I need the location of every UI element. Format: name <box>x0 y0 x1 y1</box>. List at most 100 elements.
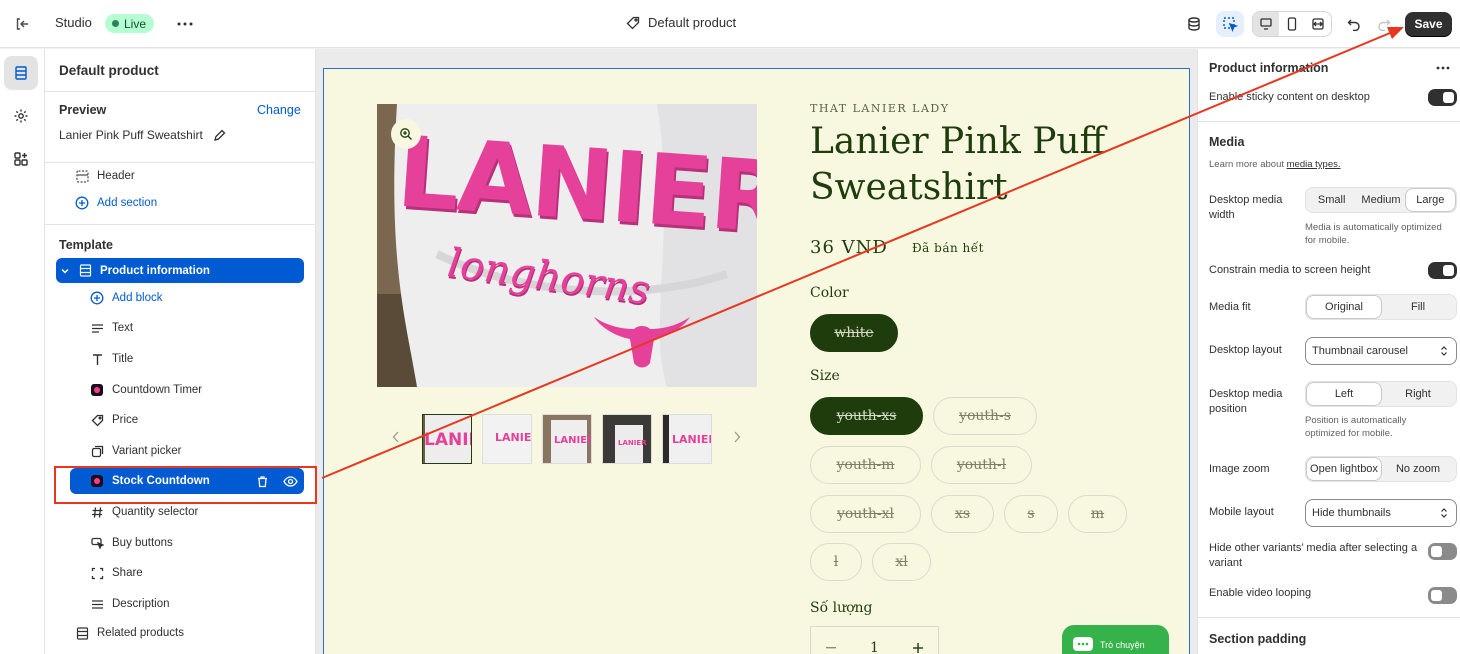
size-option[interactable]: youth-s <box>933 397 1037 435</box>
fit-option-fill[interactable]: Fill <box>1381 296 1455 318</box>
top-bar: Studio Live Default product Save <box>0 0 1460 48</box>
image-zoom-segment: Open lightbox No zoom <box>1305 456 1457 482</box>
desktop-layout-select[interactable]: Thumbnail carousel <box>1305 337 1457 365</box>
chat-button[interactable]: Trò chuyện <box>1062 625 1169 654</box>
inspector-icon[interactable] <box>1216 11 1244 37</box>
change-link[interactable]: Change <box>257 103 301 117</box>
preview-product-name: Lanier Pink Puff Sweatshirt <box>59 128 203 142</box>
pencil-icon[interactable] <box>213 129 226 142</box>
product-title-line: Sweatshirt <box>810 167 1008 208</box>
section-related-products[interactable]: Related products <box>75 619 311 647</box>
constrain-toggle[interactable] <box>1428 262 1457 279</box>
width-option-small[interactable]: Small <box>1307 189 1356 211</box>
hide-variants-label: Hide other variants’ media after selecti… <box>1209 542 1418 569</box>
thumbnail-1[interactable]: LANIER <box>422 414 472 464</box>
exit-icon[interactable] <box>10 12 34 36</box>
desktop-icon[interactable] <box>1253 12 1280 36</box>
block-title[interactable]: Title <box>90 345 304 373</box>
section-header[interactable]: Header <box>75 162 311 190</box>
media-fit-segment: Original Fill <box>1305 294 1457 320</box>
video-loop-toggle[interactable] <box>1428 587 1457 604</box>
more-icon[interactable] <box>1436 66 1450 70</box>
settings-panel: Product information Enable sticky conten… <box>1197 49 1460 654</box>
thumbnail-2[interactable]: LANIER <box>482 414 532 464</box>
sidebar-title: Default product <box>59 63 159 78</box>
chevron-down-icon[interactable] <box>60 266 70 276</box>
mobile-layout-select[interactable]: Hide thumbnails <box>1305 499 1457 527</box>
fullwidth-icon[interactable] <box>1305 12 1331 36</box>
template-selector[interactable]: Default product <box>626 15 736 30</box>
text-lines-icon <box>90 321 104 335</box>
add-section-button[interactable]: Add section <box>75 189 311 217</box>
size-option[interactable]: l <box>810 543 862 581</box>
size-option[interactable]: youth-m <box>810 446 921 484</box>
svg-text:LANIER: LANIER <box>672 433 712 446</box>
size-option[interactable]: xs <box>931 495 994 533</box>
block-label: Variant picker <box>112 445 182 457</box>
quantity-value[interactable]: 1 <box>870 640 879 654</box>
color-option-white[interactable]: white <box>810 314 898 352</box>
size-option[interactable]: s <box>1004 495 1058 533</box>
svg-text:LANIER: LANIER <box>554 435 592 446</box>
size-option[interactable]: xl <box>872 543 931 581</box>
apps-icon[interactable] <box>4 142 38 176</box>
save-button[interactable]: Save <box>1405 12 1452 36</box>
thumb-prev-icon[interactable] <box>392 431 400 443</box>
block-text[interactable]: Text <box>90 314 304 342</box>
plus-icon[interactable] <box>912 643 923 653</box>
constrain-label: Constrain media to screen height <box>1209 264 1371 276</box>
redo-icon[interactable] <box>1373 13 1395 35</box>
block-buy-buttons[interactable]: Buy buttons <box>90 529 304 557</box>
sticky-toggle[interactable] <box>1428 89 1457 106</box>
database-icon[interactable] <box>1183 13 1205 35</box>
size-option[interactable]: youth-xl <box>810 495 921 533</box>
fit-option-original[interactable]: Original <box>1307 296 1381 318</box>
size-label: Size <box>810 368 840 384</box>
size-option[interactable]: youth-l <box>931 446 1032 484</box>
size-option[interactable]: m <box>1068 495 1127 533</box>
gear-icon[interactable] <box>4 99 38 133</box>
hide-variants-toggle[interactable] <box>1428 543 1457 560</box>
theme-name: Studio <box>55 15 92 30</box>
sticky-label: Enable sticky content on desktop <box>1209 91 1370 103</box>
mobile-icon[interactable] <box>1279 12 1304 36</box>
thumb-next-icon[interactable] <box>733 431 741 443</box>
block-label: Countdown Timer <box>112 384 203 396</box>
size-option[interactable]: youth-xs <box>810 397 923 435</box>
sections-icon[interactable] <box>4 56 38 90</box>
divider <box>45 91 316 92</box>
block-price[interactable]: Price <box>90 406 304 434</box>
more-icon[interactable] <box>172 12 198 36</box>
left-rail <box>0 49 45 654</box>
block-description[interactable]: Description <box>90 590 304 618</box>
undo-icon[interactable] <box>1343 13 1365 35</box>
divider <box>45 224 316 225</box>
minus-icon[interactable] <box>826 647 836 649</box>
thumbnail-3[interactable]: LANIER <box>542 414 592 464</box>
mobile-layout-value: Hide thumbnails <box>1312 507 1391 519</box>
media-types-link[interactable]: media types. <box>1287 159 1341 170</box>
image-zoom-label: Image zoom <box>1209 463 1270 475</box>
block-share[interactable]: Share <box>90 559 304 587</box>
product-image[interactable]: LANIER longhorns <box>377 104 757 387</box>
svg-text:LANIER: LANIER <box>495 431 532 444</box>
sold-out-badge: Đã bán hết <box>912 241 984 255</box>
block-countdown-timer[interactable]: Countdown Timer <box>90 376 304 404</box>
zoom-option-lightbox[interactable]: Open lightbox <box>1307 458 1381 480</box>
section-icon <box>78 264 92 278</box>
width-option-large[interactable]: Large <box>1405 189 1455 211</box>
zoom-option-none[interactable]: No zoom <box>1381 458 1455 480</box>
desktop-media-position-label: Desktop media position <box>1209 388 1283 415</box>
zoom-icon[interactable] <box>391 119 421 149</box>
position-option-left[interactable]: Left <box>1307 383 1381 405</box>
width-option-medium[interactable]: Medium <box>1356 189 1405 211</box>
block-variant-picker[interactable]: Variant picker <box>90 437 304 465</box>
add-block-label: Add block <box>112 292 163 304</box>
thumbnail-4[interactable]: LANIER <box>602 414 652 464</box>
preview-product: Lanier Pink Puff Sweatshirt <box>59 128 226 142</box>
divider <box>1198 121 1460 122</box>
add-block-button[interactable]: Add block <box>90 284 304 312</box>
thumbnail-5[interactable]: LANIER <box>662 414 712 464</box>
position-option-right[interactable]: Right <box>1381 383 1455 405</box>
section-product-information[interactable]: Product information <box>56 258 304 283</box>
